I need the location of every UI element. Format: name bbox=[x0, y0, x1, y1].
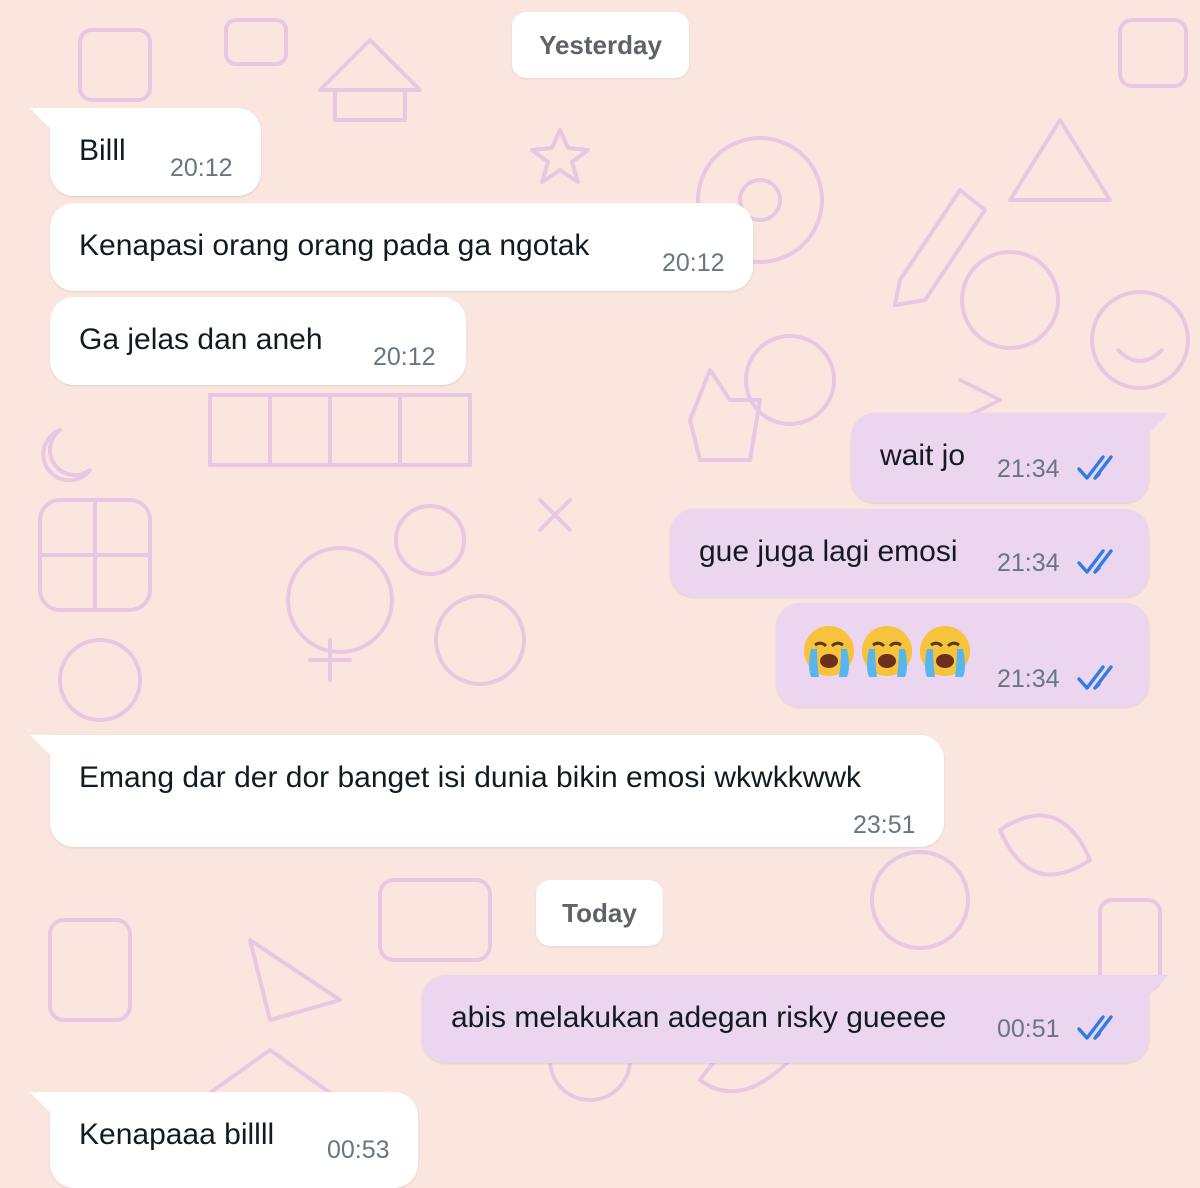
paper-plane-doodle-icon bbox=[248, 938, 342, 1022]
outgoing-message-bubble[interactable]: 21:34 bbox=[776, 603, 1149, 707]
double-check-read-icon bbox=[1077, 1015, 1113, 1040]
double-check-read-icon bbox=[1077, 549, 1113, 574]
incoming-message-bubble[interactable]: Ga jelas dan aneh 20:12 bbox=[50, 297, 466, 385]
pencil-doodle-icon bbox=[893, 188, 987, 307]
date-separator-yesterday: Yesterday bbox=[512, 12, 689, 78]
suitcase-doodle-icon bbox=[378, 878, 492, 962]
calendar-doodle-icon bbox=[78, 28, 152, 102]
thumbs-doodle-icon bbox=[688, 368, 762, 462]
message-timestamp: 00:51 bbox=[997, 1015, 1060, 1043]
football-doodle-icon bbox=[998, 813, 1092, 877]
moon-doodle-icon bbox=[41, 428, 92, 483]
date-separator-today: Today bbox=[536, 880, 663, 946]
mountain-doodle-icon bbox=[1008, 118, 1112, 202]
emoji-row bbox=[801, 623, 975, 679]
outgoing-message-bubble[interactable]: gue juga lagi emosi 21:34 bbox=[670, 509, 1149, 597]
message-text: Ga jelas dan aneh bbox=[79, 323, 323, 356]
date-separator-label: Yesterday bbox=[539, 29, 662, 60]
crossword-doodle-icon bbox=[208, 393, 472, 467]
outgoing-message-bubble[interactable]: abis melakukan adegan risky gueeee 00:51 bbox=[422, 975, 1169, 1063]
message-text: gue juga lagi emosi bbox=[699, 535, 958, 568]
message-text: abis melakukan adegan risky gueeee bbox=[451, 1001, 947, 1034]
message-timestamp: 20:12 bbox=[170, 154, 233, 182]
compass-doodle-icon bbox=[286, 546, 394, 654]
message-timestamp: 20:12 bbox=[662, 249, 725, 277]
double-check-read-icon bbox=[1077, 455, 1113, 480]
message-text: Billl bbox=[79, 134, 126, 167]
message-timestamp: 23:51 bbox=[853, 811, 916, 839]
paw-doodle-icon bbox=[58, 638, 142, 722]
hut-doodle-icon bbox=[318, 38, 422, 122]
loudly-crying-face-icon bbox=[920, 626, 970, 677]
camera-lens-doodle-icon bbox=[394, 504, 466, 576]
message-timestamp: 21:34 bbox=[997, 549, 1060, 577]
incoming-message-bubble[interactable]: Kenapaaa billll 00:53 bbox=[30, 1092, 418, 1188]
incoming-message-bubble[interactable]: Emang dar der dor banget isi dunia bikin… bbox=[30, 735, 944, 847]
bubble-tail bbox=[30, 1092, 52, 1114]
loudly-crying-face-icon bbox=[804, 626, 854, 677]
star-doodle-icon bbox=[530, 128, 590, 184]
message-text: Kenapaaa billll bbox=[79, 1118, 275, 1151]
bubble-tail bbox=[30, 108, 52, 130]
outgoing-message-bubble[interactable]: wait jo 21:34 bbox=[851, 413, 1169, 503]
loudly-crying-face-icon bbox=[862, 626, 912, 677]
message-timestamp: 21:34 bbox=[997, 455, 1060, 483]
heart-eyes-face-doodle-icon bbox=[960, 250, 1060, 350]
bubble-tail bbox=[1147, 413, 1169, 435]
message-timestamp: 20:12 bbox=[373, 343, 436, 371]
message-text: wait jo bbox=[880, 439, 966, 472]
bubble-tail bbox=[30, 735, 52, 757]
message-text: Kenapasi orang orang pada ga ngotak bbox=[79, 229, 590, 262]
bubble-tail bbox=[1147, 975, 1169, 997]
cross-doodle-icon bbox=[538, 498, 572, 532]
message-timestamp: 21:34 bbox=[997, 665, 1060, 693]
camera-doodle-icon bbox=[224, 18, 288, 66]
smiley-doodle-icon bbox=[1090, 290, 1190, 390]
incoming-message-bubble[interactable]: Billl 20:12 bbox=[30, 108, 261, 196]
date-separator-label: Today bbox=[562, 897, 637, 928]
message-timestamp: 00:53 bbox=[327, 1136, 390, 1164]
bag-doodle-icon bbox=[48, 918, 132, 1022]
incoming-message-bubble[interactable]: Kenapasi orang orang pada ga ngotak 20:1… bbox=[50, 203, 753, 291]
flower-doodle-icon bbox=[870, 850, 970, 950]
message-text: Emang dar der dor banget isi dunia bikin… bbox=[79, 761, 862, 794]
double-check-read-icon bbox=[1077, 665, 1113, 690]
calendar-doodle-icon-2 bbox=[1118, 18, 1188, 88]
dumpling-doodle-icon bbox=[434, 594, 526, 686]
